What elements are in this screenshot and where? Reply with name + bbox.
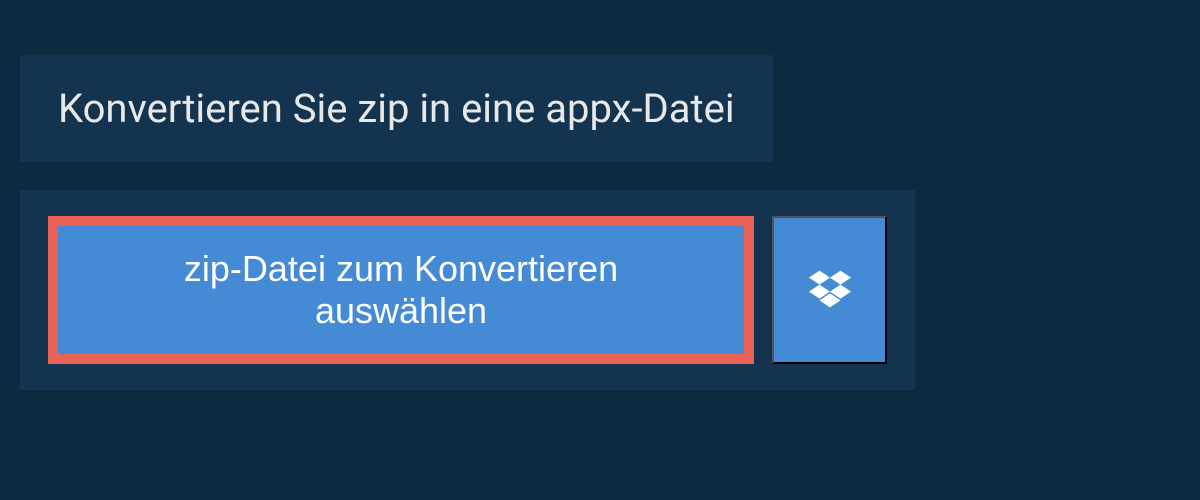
dropbox-button[interactable] [772,216,887,364]
dropbox-icon [809,270,851,311]
select-file-button[interactable]: zip-Datei zum Konvertieren auswählen [48,216,754,364]
upload-button-row: zip-Datei zum Konvertieren auswählen [20,190,915,390]
header-tab: Konvertieren Sie zip in eine appx-Datei [20,55,773,162]
page-title: Konvertieren Sie zip in eine appx-Datei [58,85,735,132]
